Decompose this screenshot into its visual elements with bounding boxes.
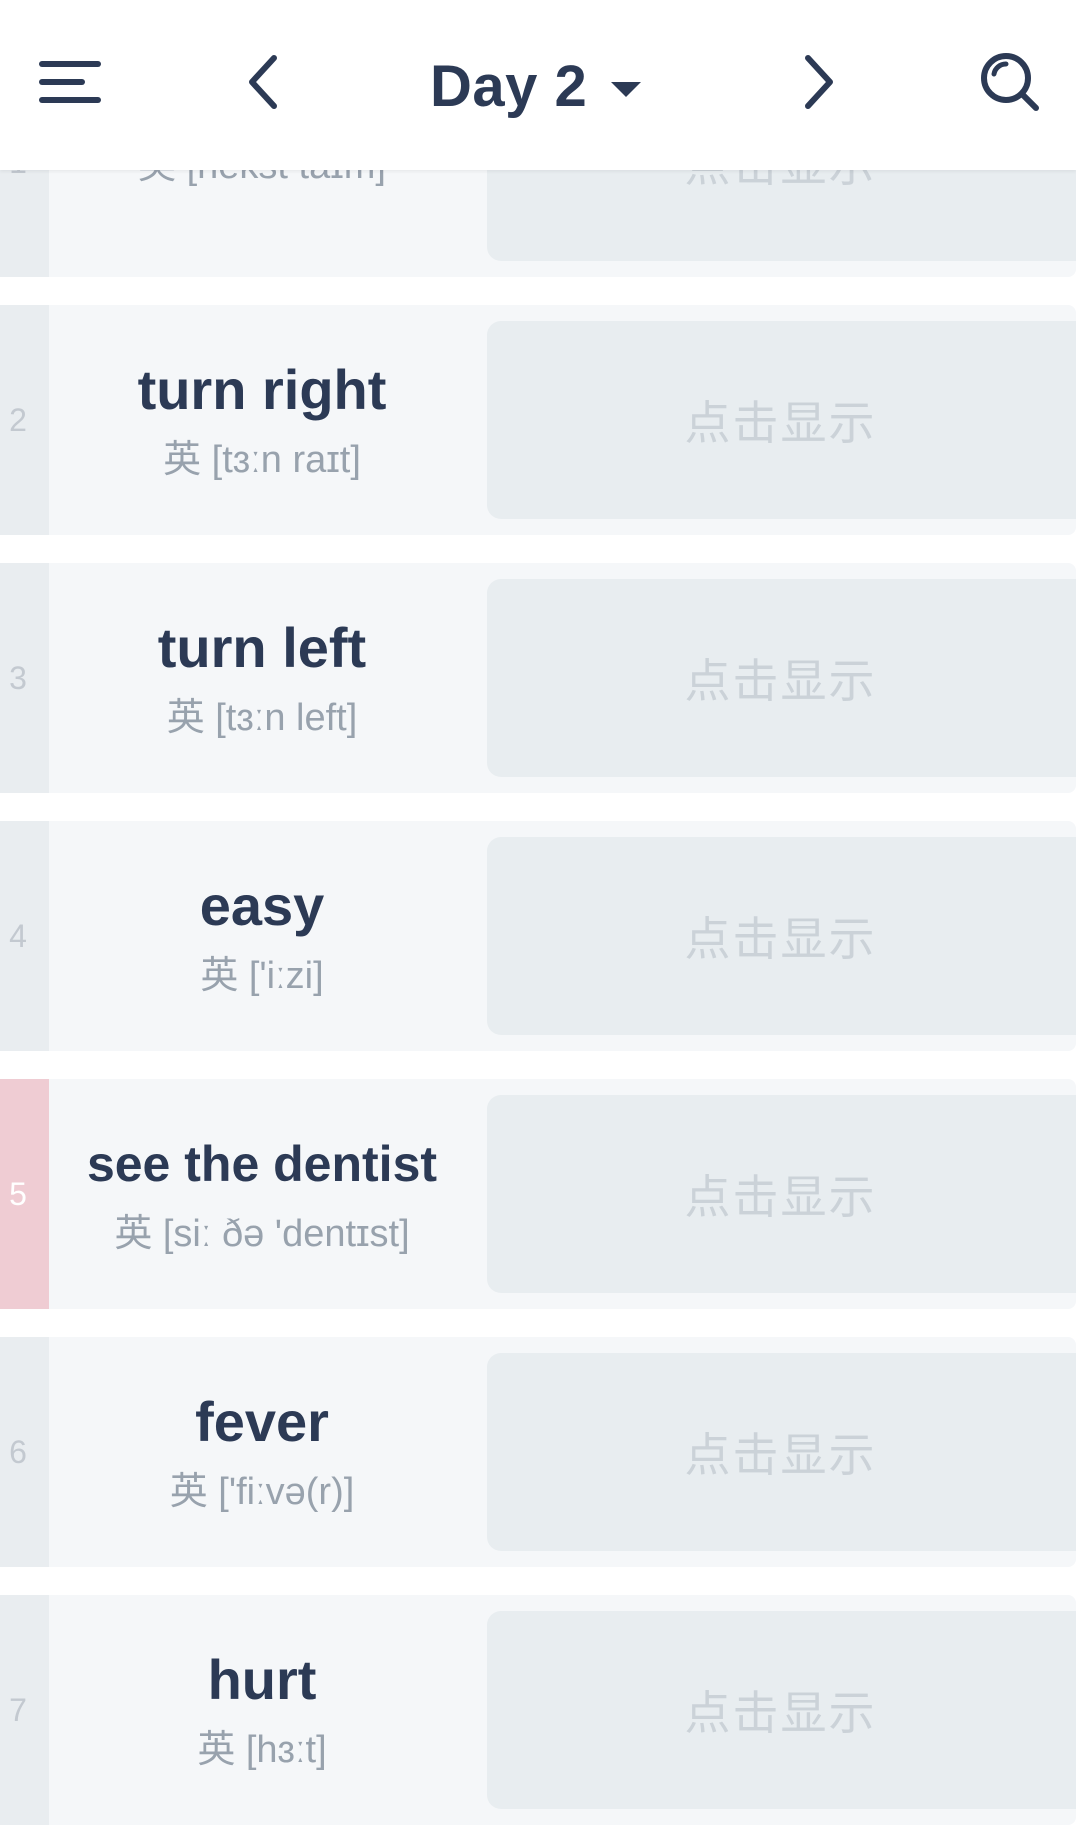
word-row[interactable]: 4 easy 英 ['iːzi] 点击显示 — [0, 821, 1076, 1051]
phonetic-text: 英 [tɜːn raɪt] — [163, 439, 361, 481]
word-block: see the dentist 英 [siː ðə 'dentɪst] — [62, 1079, 462, 1309]
row-number: 2 — [9, 401, 27, 438]
word-row[interactable]: 6 fever 英 ['fiːvə(r)] 点击显示 — [0, 1337, 1076, 1567]
phonetic-text: 英 ['iːzi] — [200, 955, 324, 997]
word-text: easy — [199, 874, 325, 937]
phonetic-text: 英 ['fiːvə(r)] — [169, 1471, 355, 1513]
row-number: 4 — [9, 917, 27, 954]
reveal-label: 点击显示 — [684, 655, 877, 707]
word-row-active[interactable]: 5 see the dentist 英 [siː ðə 'dentɪst] 点击… — [0, 1079, 1076, 1309]
row-number: 3 — [9, 659, 27, 696]
word-block: easy 英 ['iːzi] — [62, 821, 462, 1051]
word-block: turn right 英 [tɜːn raɪt] — [62, 305, 462, 535]
search-button[interactable] — [968, 40, 1052, 124]
word-row[interactable]: 3 turn left 英 [tɜːn left] 点击显示 — [0, 563, 1076, 793]
previous-day-button[interactable] — [222, 40, 306, 124]
chevron-right-icon — [805, 55, 833, 109]
row-number: 6 — [9, 1433, 27, 1470]
word-text: see the dentist — [86, 1136, 438, 1192]
word-text: turn left — [157, 616, 367, 679]
menu-icon — [39, 61, 101, 103]
word-text: turn right — [137, 358, 387, 421]
day-selector-dropdown[interactable]: Day 2 — [430, 46, 643, 126]
menu-button[interactable] — [28, 40, 112, 124]
reveal-meaning-button[interactable]: 点击显示 — [487, 1611, 1076, 1809]
phonetic-text: 英 [hɜːt] — [197, 1729, 327, 1771]
day-title: Day 2 — [430, 53, 588, 119]
word-row[interactable]: 2 turn right 英 [tɜːn raɪt] 点击显示 — [0, 305, 1076, 535]
caret-down-icon — [611, 82, 642, 97]
word-text: fever — [195, 1390, 329, 1453]
row-number: 5 — [9, 1175, 27, 1212]
reveal-meaning-button[interactable]: 点击显示 — [487, 1353, 1076, 1551]
word-list: 1 英 [nekst taɪm] 点击显示 2 turn right 英 [tɜ… — [0, 0, 1076, 1825]
word-row[interactable]: 7 hurt 英 [hɜːt] 点击显示 — [0, 1595, 1076, 1825]
reveal-meaning-button[interactable]: 点击显示 — [487, 579, 1076, 777]
reveal-meaning-button[interactable]: 点击显示 — [487, 1095, 1076, 1293]
search-icon — [981, 53, 1039, 111]
word-block: turn left 英 [tɜːn left] — [62, 563, 462, 793]
word-block: fever 英 ['fiːvə(r)] — [62, 1337, 462, 1567]
reveal-label: 点击显示 — [684, 913, 877, 965]
reveal-label: 点击显示 — [684, 397, 877, 449]
phonetic-text: 英 [siː ðə 'dentɪst] — [114, 1213, 410, 1255]
word-text: hurt — [207, 1648, 317, 1711]
next-day-button[interactable] — [776, 40, 860, 124]
reveal-meaning-button[interactable]: 点击显示 — [487, 837, 1076, 1035]
reveal-meaning-button[interactable]: 点击显示 — [487, 321, 1076, 519]
chevron-left-icon — [249, 55, 277, 109]
reveal-label: 点击显示 — [684, 1429, 877, 1481]
top-navigation-bar: Day 2 — [0, 0, 1076, 170]
reveal-label: 点击显示 — [684, 1171, 877, 1223]
word-block: hurt 英 [hɜːt] — [62, 1595, 462, 1825]
reveal-label: 点击显示 — [684, 1687, 877, 1739]
phonetic-text: 英 [tɜːn left] — [166, 697, 358, 739]
row-number: 7 — [9, 1691, 27, 1728]
